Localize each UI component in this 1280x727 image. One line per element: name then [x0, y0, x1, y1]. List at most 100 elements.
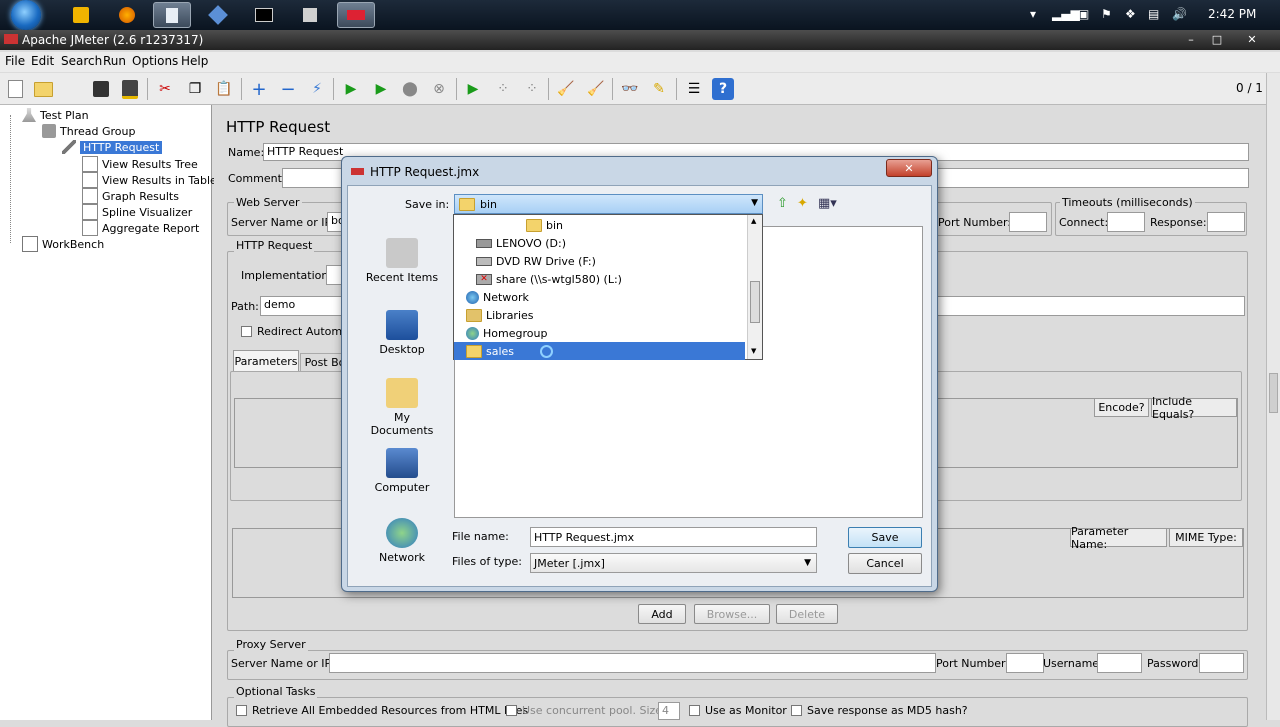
place-recent-items[interactable]: Recent Items	[362, 238, 442, 284]
toggle-icon[interactable]: ⚡	[306, 78, 328, 100]
tree-item-spline-visualizer[interactable]: Spline Visualizer	[82, 204, 192, 220]
response-timeout-field[interactable]	[1207, 212, 1245, 232]
dropdown-item-share-l[interactable]: ✕ share (\\s-wtgl580) (L:)	[476, 270, 622, 288]
new-folder-icon[interactable]: ✦	[797, 196, 808, 211]
vertical-scrollbar[interactable]	[1266, 73, 1280, 720]
proxy-port-field[interactable]	[1006, 653, 1044, 673]
menu-search[interactable]: Search	[61, 54, 102, 68]
view-menu-icon[interactable]: ▦▾	[818, 196, 837, 211]
dialog-close-button[interactable]: ✕	[886, 159, 932, 177]
add-button[interactable]: Add	[638, 604, 686, 624]
concurrent-pool-checkbox[interactable]	[506, 705, 517, 716]
password-field[interactable]	[1199, 653, 1244, 673]
menu-options[interactable]: Options	[132, 54, 178, 68]
new-icon[interactable]	[4, 78, 26, 100]
start-no-pause-icon[interactable]: ▶	[370, 78, 392, 100]
firefox-taskbar-button[interactable]	[108, 2, 146, 28]
remote-start-icon[interactable]: ▶	[462, 78, 484, 100]
tree-item-view-results-tree[interactable]: View Results Tree	[82, 156, 198, 172]
notepad-taskbar-button[interactable]	[153, 2, 191, 28]
close-button[interactable]: ✕	[1232, 32, 1272, 48]
remote-stop-icon[interactable]: ⁘	[492, 78, 514, 100]
reset-search-icon[interactable]: ✎	[648, 78, 670, 100]
dropdown-item-dvd-f[interactable]: DVD RW Drive (F:)	[476, 252, 596, 270]
stop-icon[interactable]: ⬤	[399, 78, 421, 100]
tree-item-graph-results[interactable]: Graph Results	[82, 188, 179, 204]
menu-edit[interactable]: Edit	[31, 54, 54, 68]
start-button[interactable]	[4, 0, 48, 30]
cmd-taskbar-button[interactable]	[245, 2, 283, 28]
cancel-button[interactable]: Cancel	[848, 553, 922, 574]
pool-size-field[interactable]: 4	[658, 702, 680, 720]
function-helper-icon[interactable]: ☰	[683, 78, 705, 100]
remove-icon[interactable]: −	[277, 78, 299, 100]
save-icon[interactable]	[90, 78, 112, 100]
port-field[interactable]	[1009, 212, 1047, 232]
outlook-taskbar-button[interactable]	[62, 2, 100, 28]
tree-item-test-plan[interactable]: Test Plan	[22, 108, 89, 122]
dropdown-item-bin[interactable]: bin	[526, 216, 563, 234]
mime-type-column-header[interactable]: MIME Type:	[1169, 528, 1243, 547]
clear-icon[interactable]: 🧹	[555, 78, 577, 100]
virtualbox-taskbar-button[interactable]	[199, 2, 237, 28]
dropdown-scrollbar-thumb[interactable]	[750, 281, 760, 323]
use-as-monitor-checkbox[interactable]	[689, 705, 700, 716]
tree-item-thread-group[interactable]: Thread Group	[42, 124, 135, 138]
retrieve-resources-checkbox[interactable]	[236, 705, 247, 716]
restore-button[interactable]: □	[1204, 32, 1230, 48]
dropdown-item-lenovo-d[interactable]: LENOVO (D:)	[476, 234, 566, 252]
clock[interactable]: 2:42 PM	[1208, 7, 1256, 21]
volume-icon[interactable]: 🔊	[1172, 7, 1187, 21]
search-icon[interactable]: 👓	[619, 78, 641, 100]
tree-item-aggregate-report[interactable]: Aggregate Report	[82, 220, 199, 236]
remote-shutdown-icon[interactable]: ⁘	[521, 78, 543, 100]
browse-button[interactable]: Browse...	[694, 604, 770, 624]
encode-column-header[interactable]: Encode?	[1094, 398, 1149, 417]
tree-item-workbench[interactable]: WorkBench	[22, 236, 104, 252]
scroll-down-icon[interactable]: ▼	[751, 347, 756, 355]
paste-icon[interactable]: 📋	[213, 78, 235, 100]
start-icon[interactable]: ▶	[340, 78, 362, 100]
dropdown-item-homegroup[interactable]: Homegroup	[466, 324, 547, 342]
username-field[interactable]	[1097, 653, 1142, 673]
chevron-up-icon[interactable]: ▾	[1030, 7, 1036, 21]
tree-item-http-request[interactable]: HTTP Request	[62, 140, 163, 154]
connect-timeout-field[interactable]	[1107, 212, 1145, 232]
file-type-select[interactable]: JMeter [.jmx] ▼	[530, 553, 817, 573]
cut-icon[interactable]: ✂	[154, 78, 176, 100]
file-name-field[interactable]: HTTP Request.jmx	[530, 527, 817, 547]
dropdown-scrollbar[interactable]: ▲ ▼	[747, 215, 762, 359]
include-equals-column-header[interactable]: Include Equals?	[1151, 395, 1237, 421]
clear-all-icon[interactable]: 🧹	[585, 78, 607, 100]
tree-item-view-results-table[interactable]: View Results in Table	[82, 172, 217, 188]
jmeter-taskbar-button[interactable]	[337, 2, 375, 28]
scrollbar-thumb[interactable]	[1269, 373, 1278, 413]
save-as-icon[interactable]	[119, 78, 141, 100]
md5-checkbox[interactable]	[791, 705, 802, 716]
menu-help[interactable]: Help	[181, 54, 208, 68]
copy-icon[interactable]: ❐	[184, 78, 206, 100]
save-in-combo[interactable]: bin ▼	[454, 194, 763, 214]
tool-taskbar-button[interactable]	[291, 2, 329, 28]
add-icon[interactable]: +	[248, 78, 270, 100]
open-icon[interactable]	[32, 78, 54, 100]
tab-parameters[interactable]: Parameters	[233, 350, 299, 371]
place-desktop[interactable]: Desktop	[362, 310, 442, 356]
shutdown-icon[interactable]: ⊗	[428, 78, 450, 100]
dropdown-item-sales[interactable]: sales	[454, 342, 745, 360]
place-my-documents[interactable]: My Documents	[362, 378, 442, 437]
dropdown-item-network[interactable]: Network	[466, 288, 529, 306]
menu-file[interactable]: File	[5, 54, 25, 68]
delete-button[interactable]: Delete	[776, 604, 838, 624]
redirect-checkbox[interactable]	[241, 326, 252, 337]
dropdown-item-libraries[interactable]: Libraries	[466, 306, 534, 324]
proxy-server-field[interactable]	[329, 653, 936, 673]
save-in-dropdown[interactable]: bin LENOVO (D:) DVD RW Drive (F:) ✕ share…	[453, 214, 763, 360]
place-network[interactable]: Network	[362, 518, 442, 564]
save-button[interactable]: Save	[848, 527, 922, 548]
parameter-name-column-header[interactable]: Parameter Name:	[1070, 525, 1167, 551]
minimize-button[interactable]: –	[1178, 32, 1204, 48]
help-icon[interactable]: ?	[712, 78, 734, 100]
menu-run[interactable]: Run	[103, 54, 126, 68]
up-folder-icon[interactable]: ⇧	[777, 196, 788, 211]
